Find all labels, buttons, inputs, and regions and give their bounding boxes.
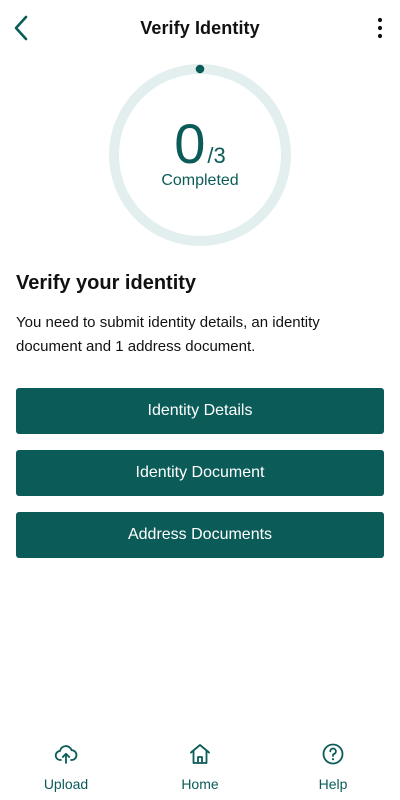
- total-count: /3: [207, 143, 226, 168]
- section-description: You need to submit identity details, an …: [16, 314, 320, 355]
- nav-help[interactable]: Help: [283, 736, 383, 800]
- verify-identity-screen: Verify Identity 0/3 Completed Verify you…: [0, 0, 400, 800]
- app-header: Verify Identity: [0, 0, 400, 56]
- nav-upload[interactable]: Upload: [16, 736, 116, 800]
- nav-home[interactable]: Home: [150, 736, 250, 800]
- identity-details-button[interactable]: Identity Details: [16, 388, 384, 434]
- completed-count: 0: [174, 112, 206, 175]
- progress-ring: 0/3 Completed: [107, 62, 293, 248]
- home-icon: [190, 744, 210, 764]
- progress-ring-center: 0/3 Completed: [107, 62, 293, 248]
- nav-upload-label: Upload: [43, 776, 89, 792]
- bottom-navigation: Upload Home Help: [0, 736, 400, 800]
- nav-help-label: Help: [318, 776, 348, 792]
- section-heading: Verify your identity: [16, 272, 197, 294]
- more-vertical-icon: [377, 17, 383, 39]
- more-options-button[interactable]: [368, 12, 392, 44]
- identity-document-button[interactable]: Identity Document: [16, 450, 384, 496]
- completed-label: Completed: [161, 172, 239, 189]
- progress-count: 0/3: [107, 116, 293, 172]
- nav-home-label: Home: [181, 776, 219, 792]
- page-title: Verify Identity: [140, 18, 260, 38]
- address-documents-button[interactable]: Address Documents: [16, 512, 384, 558]
- help-circle-icon: [322, 743, 344, 765]
- cloud-upload-icon: [54, 745, 78, 764]
